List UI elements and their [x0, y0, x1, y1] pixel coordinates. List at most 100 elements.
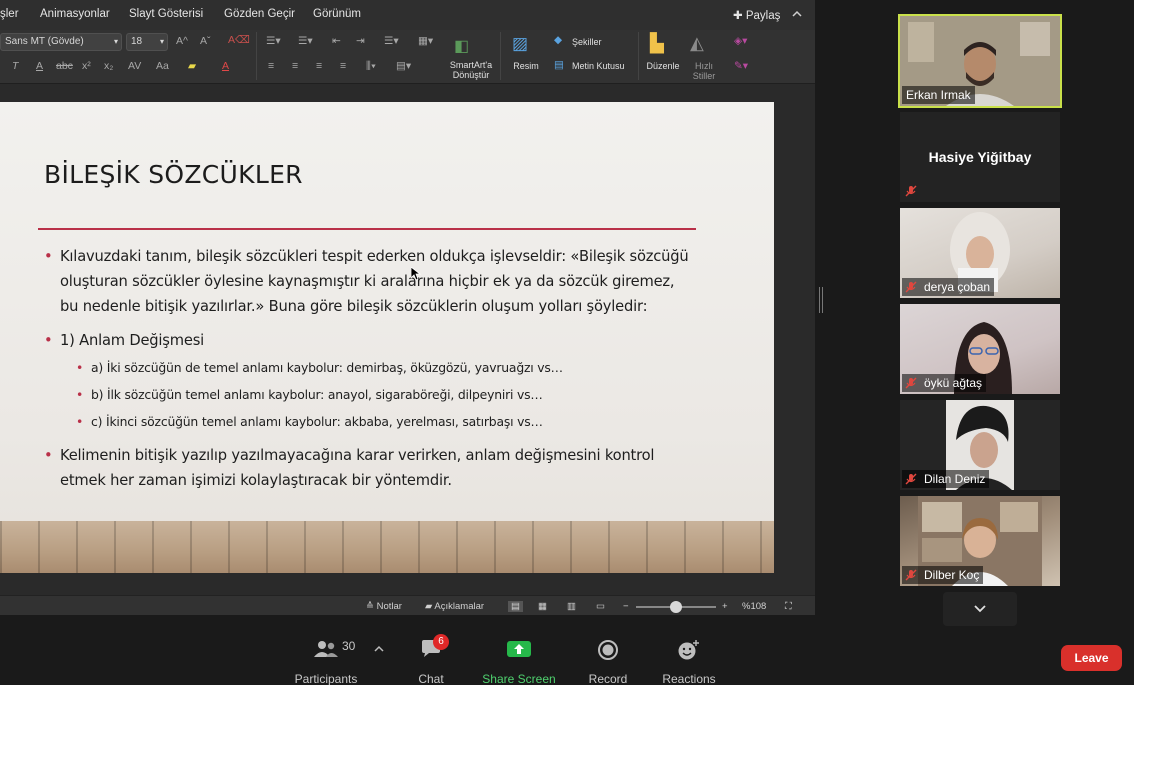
arrange-button[interactable]: Düzenle [644, 61, 682, 71]
chat-unread-badge: 6 [433, 634, 449, 650]
font-size-select[interactable]: 18 ▾ [126, 33, 168, 51]
menu-item-transitions[interactable]: şler [0, 8, 19, 20]
participants-icon [314, 641, 338, 657]
shapes-icon[interactable]: ◆ [554, 34, 562, 46]
comments-button[interactable]: ▰ Açıklamalar [425, 601, 484, 612]
reading-view-icon[interactable]: ▥ [567, 601, 576, 612]
shape-outline-icon[interactable]: ✎▾ [734, 60, 748, 72]
italic-icon[interactable]: T [12, 60, 18, 72]
decrease-indent-icon[interactable]: ⇤ [332, 35, 341, 47]
menu-item-review[interactable]: Gözden Geçir [224, 8, 295, 20]
char-spacing-icon[interactable]: AV [128, 60, 141, 72]
notes-button[interactable]: ≙ Notlar [366, 601, 402, 612]
align-center-icon[interactable]: ≡ [292, 60, 298, 72]
align-left-icon[interactable]: ≡ [268, 60, 274, 72]
columns-icon[interactable]: ▦▾ [418, 35, 433, 47]
bullets-icon[interactable]: ☰▾ [266, 35, 281, 47]
ppt-ribbon: Sans MT (Gövde) ▾ 18 ▾ A^ Aˇ A⌫ T A abc x²… [0, 30, 815, 84]
picture-button[interactable]: Resim [508, 61, 544, 71]
font-name-value: Sans MT (Gövde) [5, 36, 84, 47]
video-tile[interactable]: öykü ağtaş [900, 304, 1060, 394]
menu-item-slideshow[interactable]: Slayt Gösterisi [129, 8, 203, 20]
underline-icon[interactable]: A [36, 60, 43, 72]
quick-styles-line1: Hızlı [695, 61, 713, 71]
increase-indent-icon[interactable]: ⇥ [356, 35, 365, 47]
muted-mic-icon [905, 281, 917, 293]
mouse-cursor-icon [411, 267, 421, 281]
share-screen-button[interactable]: Share Screen [480, 637, 558, 685]
superscript-icon[interactable]: x² [82, 60, 91, 72]
meeting-toolbar: Participants Chat Share Screen Record Re… [0, 629, 1134, 685]
shapes-button[interactable]: Şekiller [572, 37, 602, 47]
participant-name: Erkan Irmak [902, 86, 975, 104]
record-button[interactable]: Record [586, 637, 630, 685]
arrange-icon[interactable]: ▙ [650, 33, 664, 54]
zoom-out-icon[interactable]: − [623, 601, 629, 612]
align-text-icon[interactable]: ▤▾ [396, 60, 411, 72]
normal-view-icon[interactable]: ▤ [508, 601, 523, 612]
menu-item-view[interactable]: Görünüm [313, 8, 361, 20]
align-right-icon[interactable]: ≡ [316, 60, 322, 72]
zoom-level[interactable]: %108 [742, 601, 766, 612]
ribbon-separator [256, 32, 257, 80]
ppt-share-label: Paylaş [745, 10, 781, 22]
menu-item-animations[interactable]: Animasyonlar [40, 8, 110, 20]
smartart-button[interactable]: SmartArt'a Dönüştür [446, 60, 496, 80]
text-direction-icon[interactable]: ⫼▾ [366, 60, 376, 73]
quick-styles-button[interactable]: Hızlı Stiller [688, 61, 720, 81]
participant-name-large: Hasiye Yiğitbay [928, 149, 1032, 165]
muted-mic-icon [905, 473, 917, 485]
strikethrough-icon[interactable]: abc [56, 60, 73, 72]
change-case-icon[interactable]: Aa [156, 60, 169, 72]
comments-label: Açıklamalar [434, 601, 485, 612]
quick-styles-icon[interactable]: ◭ [690, 33, 704, 54]
sub-bullet-a: a) İki sözcüğün de temel anlamı kaybolur… [76, 360, 563, 375]
slide-sorter-icon[interactable]: ▦ [538, 601, 547, 612]
record-label: Record [588, 672, 628, 685]
smartart-label-line2: Dönüştür [452, 70, 490, 80]
smartart-icon[interactable]: ◧ [454, 36, 469, 56]
shrink-font-icon[interactable]: Aˇ [200, 35, 211, 47]
video-tile-active-speaker[interactable]: Erkan Irmak [898, 14, 1062, 108]
video-tile[interactable]: Dilan Deniz [900, 400, 1060, 490]
panel-resize-handle[interactable] [819, 287, 823, 313]
picture-icon[interactable]: ▨ [512, 34, 528, 54]
numbering-icon[interactable]: ☰▾ [298, 35, 313, 47]
reactions-button[interactable]: Reactions [658, 637, 720, 685]
chevron-up-icon[interactable] [374, 645, 384, 653]
zoom-in-icon[interactable]: + [722, 601, 728, 612]
bullet-definition: Kılavuzdaki tanım, bileşik sözcükleri te… [44, 244, 690, 319]
share-screen-icon [507, 641, 531, 657]
participants-count: 30 [342, 639, 356, 653]
justify-icon[interactable]: ≡ [340, 60, 346, 72]
shape-fill-icon[interactable]: ◈▾ [734, 35, 747, 47]
bullet-meaning-change: 1) Anlam Değişmesi [44, 328, 204, 353]
leave-button[interactable]: Leave [1061, 645, 1122, 671]
highlight-icon[interactable]: ▰ [188, 60, 196, 72]
video-tile-no-video[interactable]: Hasiye Yiğitbay [900, 112, 1060, 202]
video-tile[interactable]: Dilber Koç [900, 496, 1060, 586]
ppt-statusbar: ≙ Notlar ▰ Açıklamalar ▤ ▦ ▥ ▭ − + %108 … [0, 595, 815, 615]
zoom-slider-handle[interactable] [670, 601, 682, 613]
slideshow-view-icon[interactable]: ▭ [596, 601, 605, 612]
bullet-conclusion: Kelimenin bitişik yazılıp yazılmayacağın… [44, 443, 700, 493]
font-color-icon[interactable]: A [222, 60, 229, 72]
muted-mic-icon [905, 377, 917, 389]
textbox-icon[interactable]: ▤ [554, 59, 564, 71]
subscript-icon[interactable]: x₂ [104, 60, 113, 72]
gallery-next-page-button[interactable] [943, 592, 1017, 626]
chevron-up-icon[interactable] [792, 9, 802, 19]
line-spacing-icon[interactable]: ☰▾ [384, 35, 399, 47]
font-name-select[interactable]: Sans MT (Gövde) ▾ [0, 33, 122, 51]
ppt-share-button[interactable]: ✚ Paylaş [733, 8, 780, 22]
font-size-value: 18 [131, 36, 143, 47]
textbox-button[interactable]: Metin Kutusu [572, 61, 625, 71]
fit-to-window-icon[interactable]: ⛶ [785, 601, 792, 612]
clear-format-icon[interactable]: A⌫ [228, 34, 250, 46]
slide-canvas: BİLEŞİK SÖZCÜKLER Kılavuzdaki tanım, bil… [0, 84, 815, 595]
shared-screen-powerpoint: şler Animasyonlar Slayt Gösterisi Gözden… [0, 0, 815, 615]
grow-font-icon[interactable]: A^ [176, 35, 188, 47]
muted-mic-icon [905, 569, 917, 581]
slide[interactable]: BİLEŞİK SÖZCÜKLER Kılavuzdaki tanım, bil… [0, 102, 774, 573]
video-tile[interactable]: derya çoban [900, 208, 1060, 298]
